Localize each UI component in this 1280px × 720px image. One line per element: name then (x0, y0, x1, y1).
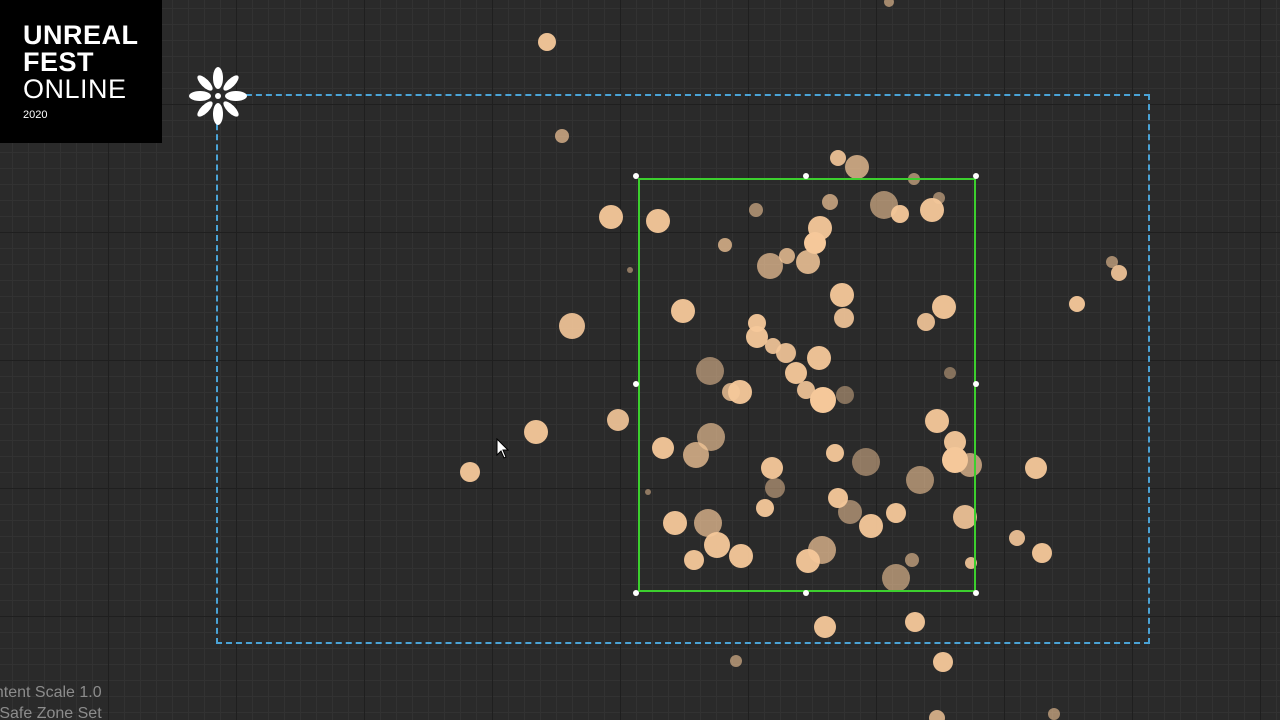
content-scale-label: ontent Scale 1.0 (0, 684, 102, 701)
resize-handle-top-right[interactable] (973, 173, 979, 179)
resize-handle-bottom[interactable] (803, 590, 809, 596)
anchor-flower-icon[interactable] (186, 64, 250, 128)
particle-81 (929, 710, 945, 720)
watermark-year: 2020 (23, 109, 48, 121)
particle-0 (538, 33, 556, 51)
resize-handle-right[interactable] (973, 381, 979, 387)
particle-78 (933, 652, 953, 672)
resize-handle-bottom-right[interactable] (973, 590, 979, 596)
watermark-line-1: UNREAL (23, 20, 139, 50)
particle-79 (730, 655, 742, 667)
event-watermark: UNREAL FEST ONLINE 2020 (0, 0, 162, 143)
safe-zone-label: e Safe Zone Set (0, 705, 102, 720)
watermark-line-3: ONLINE (23, 74, 127, 104)
mouse-pointer-icon (496, 438, 510, 459)
resize-handle-top[interactable] (803, 173, 809, 179)
resize-handle-top-left[interactable] (633, 173, 639, 179)
designer-viewport[interactable]: UNREAL FEST ONLINE 2020 ontent Scale 1.0… (0, 0, 1280, 720)
viewport-status-text: ontent Scale 1.0 e Safe Zone Set (0, 682, 102, 720)
particle-2 (884, 0, 894, 7)
watermark-line-2: FEST (23, 47, 95, 77)
resize-handle-left[interactable] (633, 381, 639, 387)
particle-80 (1048, 708, 1060, 720)
selected-widget-outline[interactable] (638, 178, 976, 592)
resize-handle-bottom-left[interactable] (633, 590, 639, 596)
